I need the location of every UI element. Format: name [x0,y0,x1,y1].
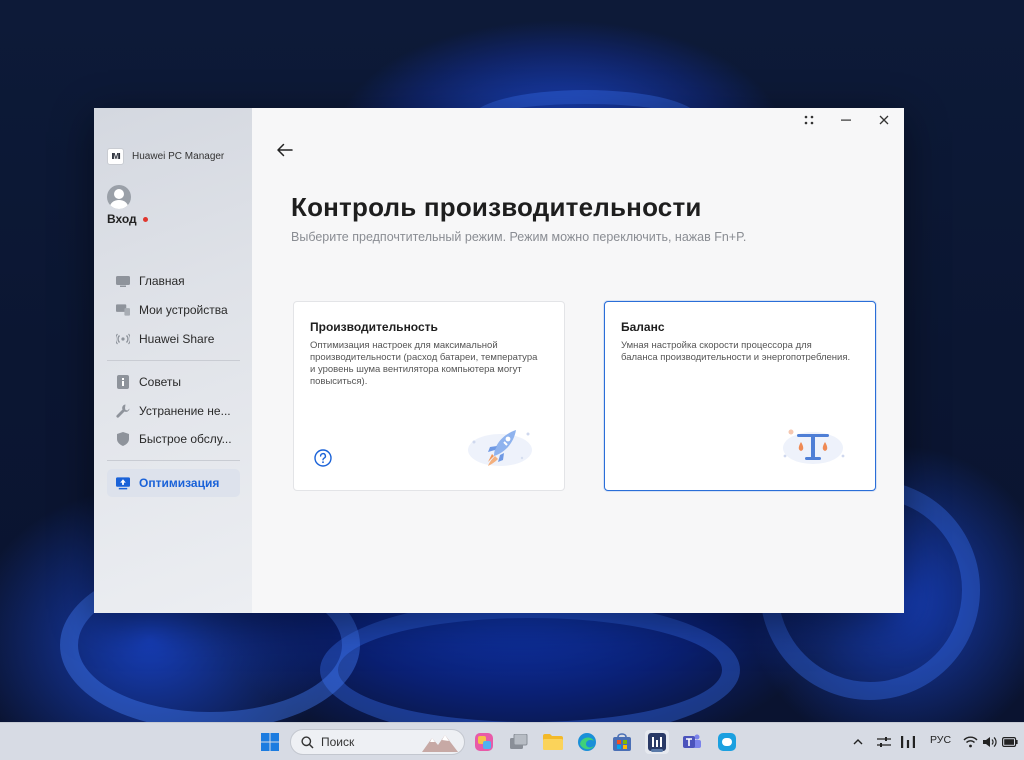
sidebar: IMI Huawei PC Manager Вход Главная Мои у… [94,108,252,613]
taskbar-store[interactable] [610,730,634,754]
sidebar-item-label: Главная [139,274,185,288]
mountains-highlight-icon [422,735,458,752]
taskbar-teams[interactable] [680,730,704,754]
folder-icon [543,734,563,750]
sidebar-item-label: Мои устройства [139,303,228,317]
sidebar-item-tips[interactable]: Советы [107,369,240,395]
sidebar-item-optimization[interactable]: Оптимизация [107,469,240,497]
app-brand: IMI Huawei PC Manager [107,148,224,165]
login-link[interactable]: Вход [107,212,148,226]
tray-settings[interactable] [874,730,894,754]
wallpaper-swirl [320,600,740,740]
page-subtitle: Выберите предпочтительный режим. Режим м… [291,230,747,244]
mode-card-balance[interactable]: Баланс Умная настройка скорости процессо… [604,301,876,491]
pc-manager-tray-icon [901,736,915,748]
taskbar: Поиск РУС [0,722,1024,760]
store-icon [613,733,631,751]
tray-battery[interactable] [1000,730,1020,754]
sidebar-item-huawei-share[interactable]: Huawei Share [107,326,240,352]
tray-wifi[interactable] [960,730,980,754]
balance-scale-icon [777,422,849,475]
sidebar-item-troubleshoot[interactable]: Устранение не... [107,398,240,424]
sidebar-item-label: Устранение не... [139,404,231,418]
taskbar-search[interactable]: Поиск [290,729,465,755]
taskbar-skype[interactable] [715,730,739,754]
back-arrow-icon [277,143,293,157]
mode-card-performance[interactable]: Производительность Оптимизация настроек … [293,301,565,491]
edge-browser-icon [578,733,596,751]
skype-icon [718,733,736,751]
copilot-icon [475,733,493,751]
taskbar-edge[interactable] [575,730,599,754]
close-button[interactable] [872,112,896,128]
share-icon [116,332,130,346]
tips-icon [116,375,130,389]
notification-dot [142,216,148,222]
mode-card-title: Баланс [621,320,665,334]
sidebar-item-devices[interactable]: Мои устройства [107,297,240,323]
sidebar-item-quick-service[interactable]: Быстрое обслу... [107,426,240,452]
task-view-icon [510,734,528,749]
chevron-up-icon [853,739,863,745]
sidebar-item-label: Советы [139,375,181,389]
sidebar-divider [107,360,240,361]
search-icon [301,735,314,749]
tray-overflow-button[interactable] [849,730,867,754]
mode-card-description: Умная настройка скорости процессора для … [621,340,851,363]
sidebar-item-label: Оптимизация [139,476,220,490]
start-button[interactable] [258,730,282,754]
home-icon [116,274,130,288]
battery-icon [1002,737,1018,747]
taskbar-task-view[interactable] [507,730,531,754]
search-placeholder: Поиск [321,735,355,749]
taskbar-widgets-app[interactable] [472,730,496,754]
help-icon[interactable] [314,449,332,467]
shield-icon [116,432,130,446]
main-content: Контроль производительности Выберите пре… [252,108,904,613]
mode-card-title: Производительность [310,320,438,334]
back-button[interactable] [276,142,296,160]
tray-pc-manager[interactable] [898,730,918,754]
taskbar-huawei-pc-manager[interactable] [645,730,669,754]
dots-grid-icon [804,115,814,125]
active-indicator [651,749,663,752]
minimize-icon [841,119,851,121]
app-name: Huawei PC Manager [132,151,225,162]
sliders-icon [877,737,891,747]
avatar[interactable] [107,185,131,209]
mode-card-description: Оптимизация настроек для максимальной пр… [310,340,538,387]
options-button[interactable] [797,112,821,128]
tray-volume[interactable] [980,730,1000,754]
rocket-icon [464,420,536,475]
taskbar-file-explorer[interactable] [541,730,565,754]
minimize-button[interactable] [834,112,858,128]
sidebar-divider [107,460,240,461]
volume-icon [982,737,997,747]
wrench-icon [116,404,130,418]
sidebar-item-home[interactable]: Главная [107,268,240,294]
devices-icon [116,303,130,317]
page-title: Контроль производительности [291,192,702,222]
login-label: Вход [107,212,137,226]
wifi-icon [962,736,978,748]
sidebar-item-label: Huawei Share [139,332,215,346]
language-indicator[interactable]: РУС [930,734,951,746]
sidebar-item-label: Быстрое обслу... [139,432,232,446]
windows-logo-icon [261,733,279,751]
app-logo-icon: IMI [107,148,124,165]
optimize-icon [116,476,130,490]
app-window: IMI Huawei PC Manager Вход Главная Мои у… [94,108,904,613]
close-icon [879,115,889,125]
teams-icon [683,734,701,748]
